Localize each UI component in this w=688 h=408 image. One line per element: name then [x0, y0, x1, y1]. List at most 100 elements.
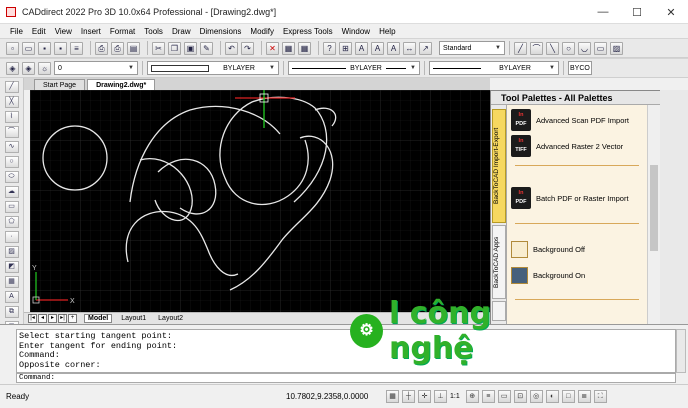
spline-icon[interactable]: ∿ [4, 141, 19, 153]
line-icon[interactable]: ╱ [514, 41, 527, 55]
layer-select[interactable]: 0 ▼ [54, 61, 138, 75]
menu-express-tools[interactable]: Express Tools [283, 27, 333, 36]
menu-edit[interactable]: Edit [32, 27, 46, 36]
point-icon[interactable]: · [4, 231, 19, 243]
hatch-icon[interactable]: ▨ [4, 246, 19, 258]
fullscreen-icon[interactable]: ⛶ [593, 390, 607, 403]
region-icon[interactable]: ◩ [4, 261, 19, 273]
menu-tools[interactable]: Tools [144, 27, 163, 36]
menu-modify[interactable]: Modify [250, 27, 274, 36]
lineweight-icon[interactable]: ≡ [481, 390, 495, 403]
add-layout-icon[interactable]: + [68, 314, 77, 323]
copy-icon[interactable]: ❐ [168, 41, 181, 55]
plotstyle-select[interactable]: BYCO [568, 61, 592, 75]
redo-icon[interactable]: ↷ [241, 41, 254, 55]
revcloud-icon[interactable]: ☁ [4, 186, 19, 198]
save-icon[interactable]: ▪ [38, 41, 51, 55]
maximize-icon[interactable]: ☐ [620, 0, 654, 24]
table-icon[interactable]: ▦ [4, 276, 19, 288]
open-folder-icon[interactable]: ▭ [22, 41, 35, 55]
snap-icon[interactable]: ⊞ [339, 41, 352, 55]
tab-more[interactable] [492, 301, 506, 321]
paste-icon[interactable]: ▣ [184, 41, 197, 55]
menu-draw[interactable]: Draw [172, 27, 191, 36]
isolate-icon[interactable]: ◐ [545, 390, 559, 403]
menu-insert[interactable]: Insert [81, 27, 101, 36]
selection-cycling-icon[interactable]: ◎ [529, 390, 543, 403]
layer-state-icon[interactable]: ◈ [22, 61, 35, 75]
palette-item-batch-import[interactable]: In PDF Batch PDF or Raster Import [511, 187, 629, 209]
clean-screen-icon[interactable]: □ [561, 390, 575, 403]
rectangle-icon[interactable]: ▭ [4, 201, 19, 213]
prev-tab-icon[interactable]: ◂ [38, 314, 47, 323]
help-icon[interactable]: ? [323, 41, 336, 55]
ortho-icon[interactable]: ┼ [402, 390, 415, 403]
polyline-icon[interactable]: ⌇ [4, 111, 19, 123]
tab-layout2[interactable]: Layout2 [155, 315, 186, 322]
osnap-icon[interactable]: ✛ [418, 390, 431, 403]
dim-icon[interactable]: ↔ [403, 41, 416, 55]
grid-icon[interactable]: ▦ [298, 41, 311, 55]
text-style-select[interactable]: Standard ▼ [439, 41, 505, 55]
text-style-icon[interactable]: A [387, 41, 400, 55]
menu-help[interactable]: Help [379, 27, 395, 36]
menu-window[interactable]: Window [342, 27, 370, 36]
last-tab-icon[interactable]: ▸| [58, 314, 67, 323]
dynamic-input-icon[interactable]: ⊡ [513, 390, 527, 403]
arc-icon[interactable]: ◡ [578, 41, 591, 55]
block-icon[interactable]: ▦ [282, 41, 295, 55]
command-scrollbar[interactable] [676, 329, 686, 373]
palette-scrollbar[interactable] [647, 105, 660, 325]
command-input[interactable]: Command: [16, 373, 676, 383]
tab-start-page[interactable]: Start Page [34, 79, 86, 90]
annotation-scale[interactable]: 1:1 [450, 393, 460, 400]
ellipse-icon[interactable]: ⬭ [4, 171, 19, 183]
scroll-thumb[interactable] [650, 165, 658, 251]
cut-icon[interactable]: ✂ [152, 41, 165, 55]
customize-icon[interactable]: ≣ [577, 390, 591, 403]
first-tab-icon[interactable]: |◂ [28, 314, 37, 323]
color-select[interactable]: BYLAYER ▼ [147, 61, 279, 75]
polar-icon[interactable]: ⊥ [434, 390, 447, 403]
polygon-icon[interactable]: ⬠ [4, 216, 19, 228]
lightbulb-icon[interactable]: ☼ [38, 61, 51, 75]
xline-icon[interactable]: ╳ [4, 96, 19, 108]
undo-icon[interactable]: ↶ [225, 41, 238, 55]
snap-grid-icon[interactable]: ▦ [386, 390, 399, 403]
layer-manager-icon[interactable]: ◈ [6, 61, 19, 75]
menu-format[interactable]: Format [110, 27, 135, 36]
close-icon[interactable]: ✕ [654, 0, 688, 24]
text-icon[interactable]: A [355, 41, 368, 55]
line-icon[interactable]: ╱ [4, 81, 19, 93]
tab-backtocad-apps[interactable]: BackToCAD Apps [492, 225, 506, 299]
menu-view[interactable]: View [55, 27, 72, 36]
menu-file[interactable]: File [10, 27, 23, 36]
circle-icon[interactable]: ○ [4, 156, 19, 168]
delete-icon[interactable]: ✕ [266, 41, 279, 55]
recent-icon[interactable]: ≡ [70, 41, 83, 55]
tab-drawing2[interactable]: Drawing2.dwg* [87, 79, 156, 90]
drawing-canvas[interactable]: Y X [30, 90, 490, 312]
rectangle-icon[interactable]: ▭ [594, 41, 607, 55]
next-tab-icon[interactable]: ▸ [48, 314, 57, 323]
linetype-select[interactable]: BYLAYER ▼ [288, 61, 420, 75]
tab-backtocad-import-export[interactable]: BackToCAD Import-Export [492, 109, 506, 223]
tab-layout1[interactable]: Layout1 [118, 315, 149, 322]
model-space-icon[interactable]: ▭ [497, 390, 511, 403]
ray-icon[interactable]: ╲ [546, 41, 559, 55]
publish-icon[interactable]: ▤ [127, 41, 140, 55]
minimize-icon[interactable]: — [586, 0, 620, 24]
hatch-icon[interactable]: ▨ [610, 41, 623, 55]
block-insert-icon[interactable]: ⧉ [4, 306, 19, 318]
palette-item-background-on[interactable]: Background On [511, 267, 585, 284]
palette-item-raster-vector[interactable]: In TIFF Advanced Raster 2 Vector [511, 135, 623, 157]
dim-aligned-icon[interactable]: ↗ [419, 41, 432, 55]
match-properties-icon[interactable]: ✎ [200, 41, 213, 55]
circle-icon[interactable]: ○ [562, 41, 575, 55]
print-preview-icon[interactable]: ⎙ [111, 41, 124, 55]
polyline-icon[interactable]: ⌒ [530, 41, 543, 55]
text-icon[interactable]: A [4, 291, 19, 303]
arc-icon[interactable]: ⌒ [4, 126, 19, 138]
palette-item-scan-pdf[interactable]: In PDF Advanced Scan PDF Import [511, 109, 629, 131]
text-edit-icon[interactable]: A [371, 41, 384, 55]
